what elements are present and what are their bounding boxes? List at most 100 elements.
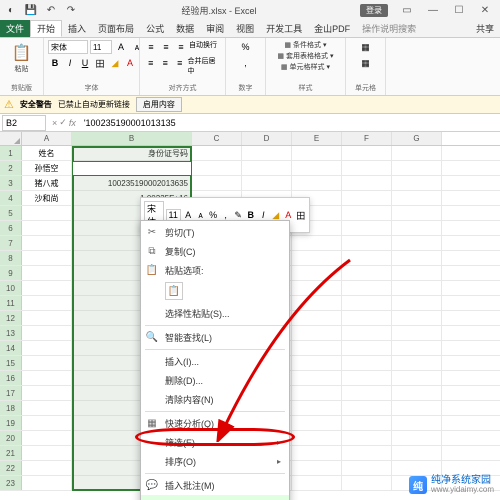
row-header[interactable]: 11 [0, 296, 22, 310]
row-header[interactable]: 23 [0, 476, 22, 490]
tab-review[interactable]: 审阅 [200, 20, 230, 37]
cell[interactable] [342, 401, 392, 415]
row-header[interactable]: 13 [0, 326, 22, 340]
cell[interactable] [342, 446, 392, 460]
merge-center-button[interactable]: 合并后居中 [188, 56, 222, 76]
cell[interactable] [292, 281, 342, 295]
tab-home[interactable]: 开始 [30, 20, 62, 37]
cell[interactable] [392, 461, 442, 475]
ribbon-options-icon[interactable]: ▭ [396, 2, 418, 18]
tab-share[interactable]: 共享 [470, 20, 500, 37]
cell[interactable] [292, 311, 342, 325]
cell[interactable] [342, 281, 392, 295]
cell[interactable] [392, 446, 442, 460]
menu-sort[interactable]: 排序(O)▸ [141, 452, 289, 471]
cell[interactable] [342, 386, 392, 400]
increase-font-icon[interactable]: A [114, 40, 128, 54]
cell[interactable] [292, 176, 342, 190]
cell[interactable] [342, 416, 392, 430]
cell[interactable] [392, 341, 442, 355]
cell[interactable] [192, 176, 242, 190]
row-header[interactable]: 5 [0, 206, 22, 220]
cell[interactable] [242, 146, 292, 160]
cell[interactable] [242, 176, 292, 190]
italic-button[interactable]: I [63, 56, 77, 70]
cell[interactable] [392, 386, 442, 400]
name-box[interactable]: B2 [2, 115, 46, 131]
tab-data[interactable]: 数据 [170, 20, 200, 37]
cell[interactable] [342, 236, 392, 250]
maximize-icon[interactable]: ☐ [448, 2, 470, 18]
cell[interactable] [392, 146, 442, 160]
cell[interactable] [292, 236, 342, 250]
cell[interactable] [342, 221, 392, 235]
accept-formula-icon[interactable]: ✓ [59, 117, 67, 128]
fx-icon[interactable]: fx [69, 118, 76, 128]
cell[interactable] [392, 311, 442, 325]
cell[interactable] [22, 281, 72, 295]
cell[interactable] [292, 431, 342, 445]
row-header[interactable]: 8 [0, 251, 22, 265]
row-header[interactable]: 21 [0, 446, 22, 460]
wrap-text-button[interactable]: 自动换行 [189, 40, 217, 54]
cell[interactable] [22, 431, 72, 445]
menu-insert[interactable]: 插入(I)... [141, 352, 289, 371]
row-header[interactable]: 22 [0, 461, 22, 475]
cell[interactable] [292, 446, 342, 460]
cell[interactable] [22, 401, 72, 415]
login-button[interactable]: 登录 [360, 4, 388, 17]
formula-input[interactable]: '100235190001013135 [80, 115, 500, 131]
row-header[interactable]: 3 [0, 176, 22, 190]
cell[interactable] [292, 416, 342, 430]
cell-styles-button[interactable]: ▦单元格样式▾ [281, 62, 330, 72]
enable-content-button[interactable]: 启用内容 [136, 97, 182, 112]
cell[interactable] [22, 341, 72, 355]
autosave-icon[interactable]: ◐ [4, 3, 18, 17]
cell[interactable]: 猪八戒 [22, 176, 72, 190]
menu-cut[interactable]: ✂剪切(T) [141, 223, 289, 242]
align-top-icon[interactable]: ≡ [144, 40, 158, 54]
tab-formulas[interactable]: 公式 [140, 20, 170, 37]
cell[interactable] [22, 221, 72, 235]
cell[interactable] [242, 161, 292, 175]
cell[interactable] [292, 401, 342, 415]
row-header[interactable]: 9 [0, 266, 22, 280]
cell[interactable] [342, 176, 392, 190]
row-header[interactable]: 1 [0, 146, 22, 160]
cell[interactable] [392, 161, 442, 175]
cell[interactable] [292, 326, 342, 340]
row-header[interactable]: 14 [0, 341, 22, 355]
cell[interactable] [392, 401, 442, 415]
redo-icon[interactable]: ↷ [64, 3, 78, 17]
cell[interactable] [342, 191, 392, 205]
row-header[interactable]: 2 [0, 161, 22, 175]
cell[interactable] [22, 311, 72, 325]
menu-quick-analysis[interactable]: ▦快速分析(Q) [141, 414, 289, 433]
cell[interactable] [342, 431, 392, 445]
cell[interactable] [22, 206, 72, 220]
cell[interactable] [392, 356, 442, 370]
cell[interactable] [292, 296, 342, 310]
minimize-icon[interactable]: — [422, 2, 444, 18]
menu-insert-comment[interactable]: 💬插入批注(M) [141, 476, 289, 495]
close-icon[interactable]: ✕ [474, 2, 496, 18]
cell[interactable] [342, 476, 392, 490]
cell[interactable] [192, 146, 242, 160]
tab-view[interactable]: 视图 [230, 20, 260, 37]
comma-icon[interactable]: , [239, 56, 253, 70]
cell[interactable] [392, 416, 442, 430]
font-color-button[interactable]: A [123, 56, 137, 70]
menu-delete[interactable]: 删除(D)... [141, 371, 289, 390]
row-header[interactable]: 18 [0, 401, 22, 415]
cell[interactable] [22, 416, 72, 430]
cell[interactable] [22, 356, 72, 370]
cell[interactable] [342, 266, 392, 280]
cell[interactable] [292, 386, 342, 400]
paste-option-default[interactable]: 📋 [165, 282, 183, 300]
row-header[interactable]: 19 [0, 416, 22, 430]
cell[interactable] [292, 146, 342, 160]
col-header-B[interactable]: B [72, 132, 192, 145]
conditional-format-button[interactable]: ▦条件格式▾ [284, 40, 326, 50]
cell[interactable] [342, 341, 392, 355]
cell[interactable] [192, 161, 242, 175]
